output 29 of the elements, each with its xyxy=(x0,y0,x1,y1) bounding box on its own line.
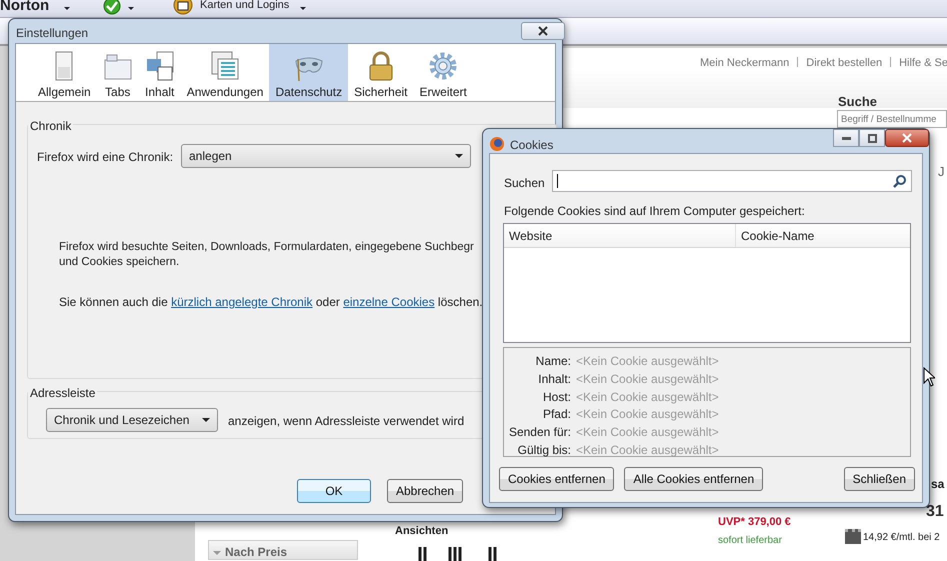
description-text: Sie können auch die kürzlich angelegte Chronik oder einzelne Cookies löschen. xyxy=(59,294,483,311)
detail-label: Name: xyxy=(534,353,571,370)
detail-label: Inhalt: xyxy=(537,370,571,388)
detail-label: Gültig bis: xyxy=(516,442,571,459)
financing-text: 14,92 €/mtl. bei 2 xyxy=(863,531,940,545)
description-text: Folgende Cookies sind auf Ihrem Computer gespeichert: xyxy=(504,203,805,220)
window-title: Einstellungen xyxy=(16,25,88,42)
availability-text: sofort lieferbar xyxy=(718,534,782,548)
field-label: Firefox wird eine Chronik: xyxy=(37,149,174,166)
section-heading: Ansichten xyxy=(395,524,448,539)
detail-value: <Kein Cookie ausgewählt> xyxy=(576,424,719,441)
detail-value: <Kein Cookie ausgewählt> xyxy=(576,406,719,424)
detail-label: Pfad: xyxy=(542,406,571,424)
detail-value: <Kein Cookie ausgewählt> xyxy=(576,442,719,459)
detail-value: <Kein Cookie ausgewählt> xyxy=(576,353,719,370)
search-heading: Suche xyxy=(838,93,878,111)
description-text: und Cookies speichern. xyxy=(59,255,180,270)
detail-label: Senden für: xyxy=(508,424,571,441)
detail-value: <Kein Cookie ausgewählt> xyxy=(576,370,719,388)
list-price: UVP* 379,00 € xyxy=(718,515,791,530)
product-name-fragment: sa xyxy=(931,476,944,493)
detail-value: <Kein Cookie ausgewählt> xyxy=(576,388,719,406)
field-label: Suchen xyxy=(504,175,545,192)
detail-label: Host: xyxy=(542,388,571,406)
price-fragment: 31 xyxy=(926,502,944,522)
description-text: Firefox wird besuchte Seiten, Downloads, Formulardaten, eingegebene Suchbegr xyxy=(59,240,474,255)
window-title: Cookies xyxy=(510,137,554,154)
field-label: anzeigen, wenn Adressleiste verwendet wird xyxy=(228,413,464,430)
text-fragment: J xyxy=(938,163,944,181)
